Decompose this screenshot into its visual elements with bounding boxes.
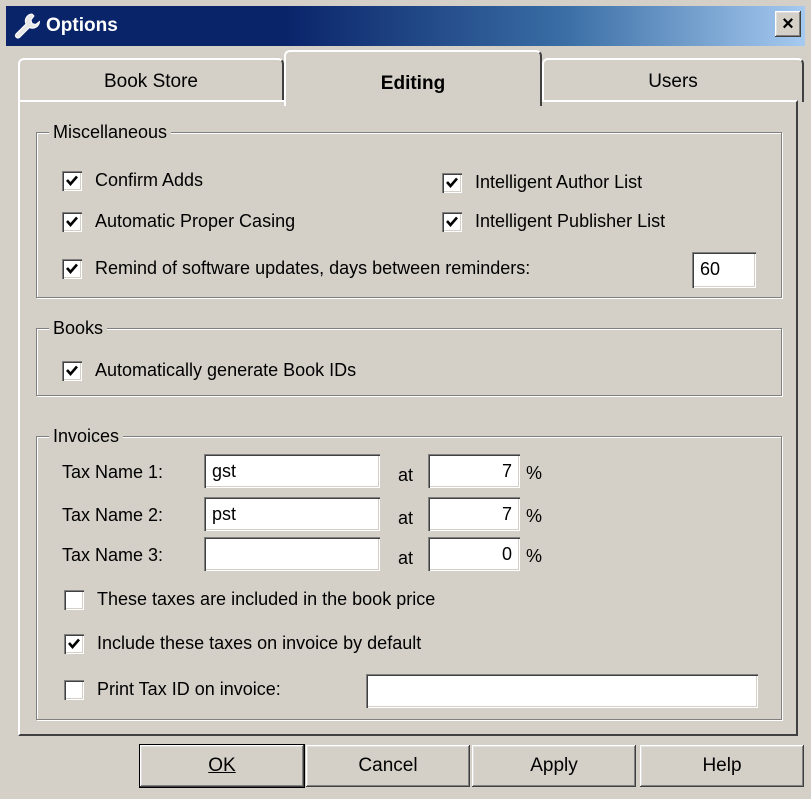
- tab-book-store[interactable]: Book Store: [18, 58, 284, 102]
- button-label: Apply: [530, 755, 578, 776]
- title-bar[interactable]: Options ×: [6, 6, 805, 46]
- help-button[interactable]: Help: [640, 745, 804, 787]
- ok-button[interactable]: OK: [139, 744, 305, 788]
- cancel-button[interactable]: Cancel: [306, 745, 470, 787]
- tab-panel-editing: [18, 100, 798, 736]
- tab-label: Users: [648, 71, 698, 92]
- button-label: Cancel: [358, 755, 418, 776]
- options-dialog: Options × Book Store Users Editing Misce…: [0, 0, 811, 799]
- button-label: Help: [702, 755, 742, 776]
- window-title: Options: [46, 15, 118, 36]
- wrench-icon: [15, 13, 41, 39]
- close-icon: ×: [782, 13, 794, 35]
- tab-users[interactable]: Users: [542, 58, 804, 102]
- button-label: OK: [208, 755, 236, 776]
- tab-editing[interactable]: Editing: [284, 50, 542, 106]
- tab-label: Editing: [380, 73, 446, 94]
- apply-button[interactable]: Apply: [472, 745, 636, 787]
- close-button[interactable]: ×: [775, 11, 801, 37]
- tab-label: Book Store: [104, 71, 198, 92]
